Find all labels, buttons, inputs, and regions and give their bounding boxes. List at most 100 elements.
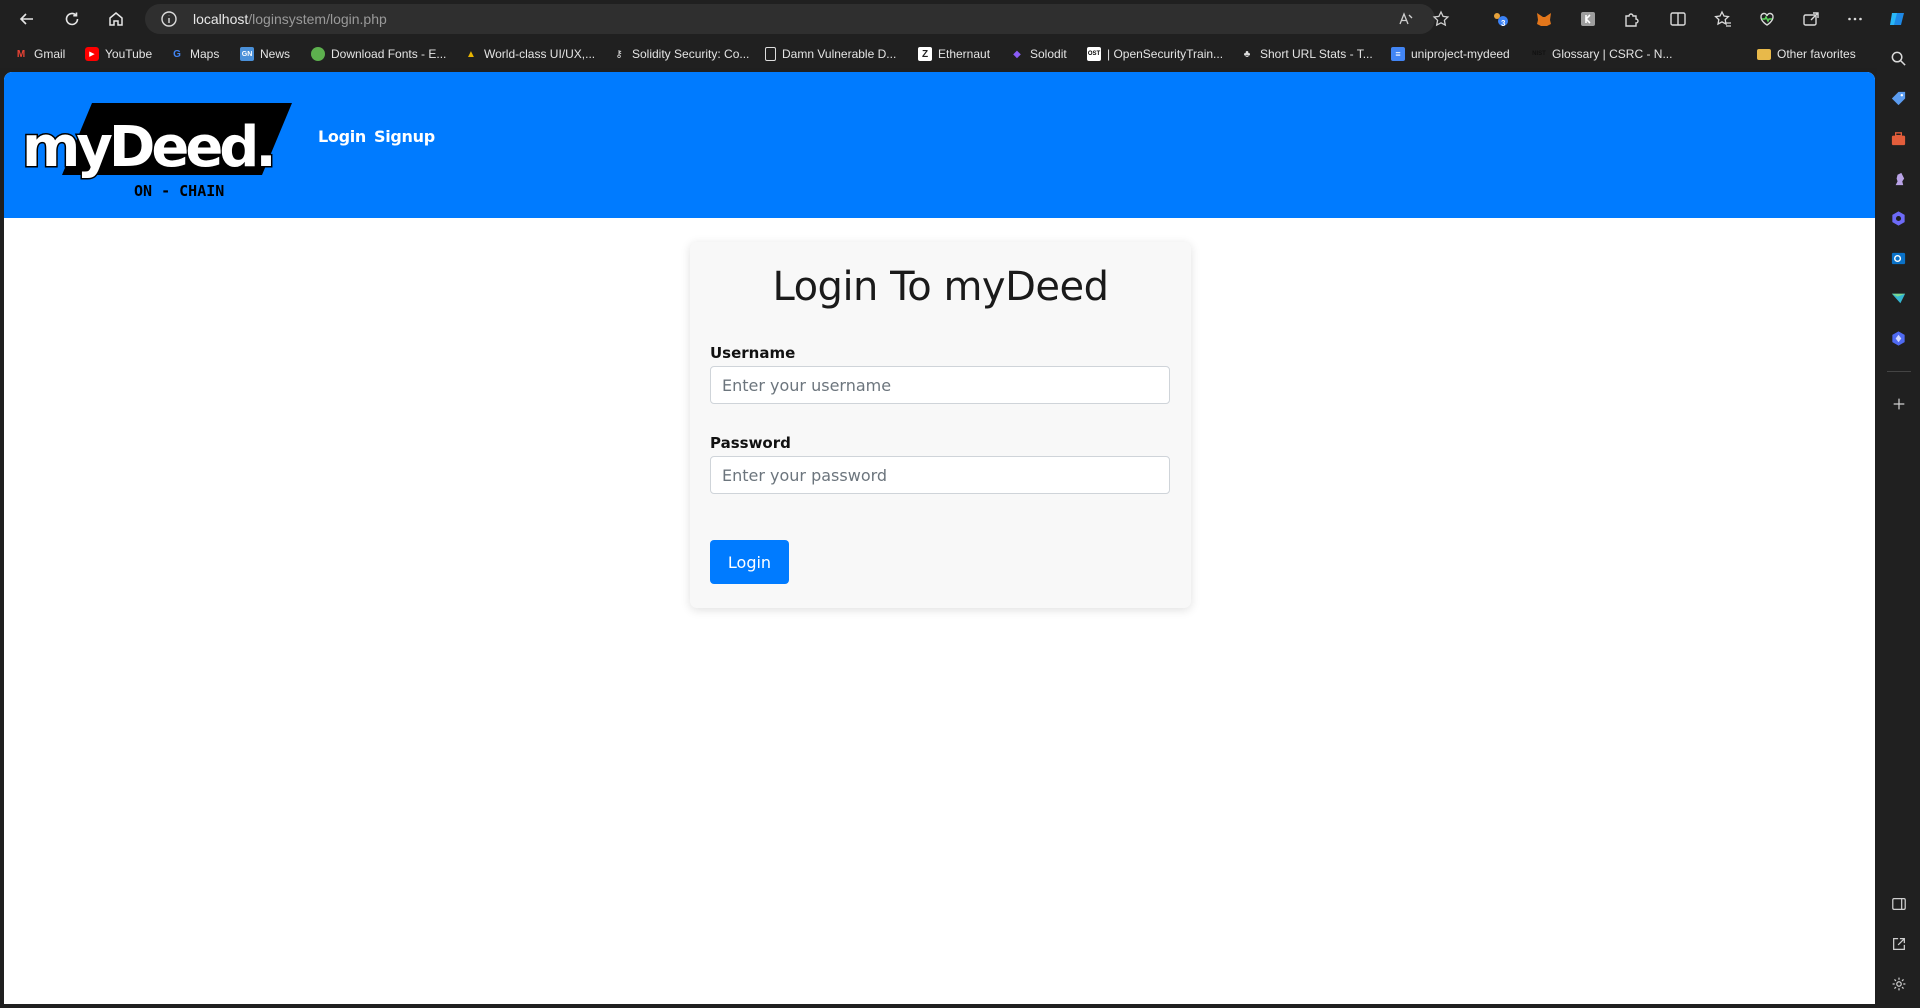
username-field[interactable]: [710, 366, 1170, 404]
bookmark-label: Maps: [190, 47, 220, 61]
split-screen-button[interactable]: [1668, 9, 1688, 29]
site-navbar: myDeed. ON - CHAIN Login Signup: [4, 72, 1875, 218]
ost-icon: OST: [1087, 47, 1101, 61]
password-label: Password: [710, 434, 791, 452]
nist-icon: NIST: [1532, 51, 1546, 57]
bookmarks-bar: M Gmail ▶ YouTube G Maps GN News Download Fo…: [0, 38, 1920, 68]
bookmark-opensecuritytraining[interactable]: OST | OpenSecurityTrain...: [1087, 45, 1223, 63]
sidebar-add-button[interactable]: [1889, 394, 1908, 413]
nav-login-link[interactable]: Login: [318, 127, 366, 146]
arrow-left-icon: [19, 13, 33, 25]
bookmark-youtube[interactable]: ▶ YouTube: [85, 45, 152, 63]
gear-icon: [1892, 977, 1905, 990]
metamask-extension[interactable]: [1534, 9, 1554, 29]
sidebar-designer-button[interactable]: [1889, 329, 1908, 348]
gmail-icon: M: [16, 48, 26, 60]
ethernaut-icon: Z: [918, 47, 932, 61]
bookmark-label: Download Fonts - E...: [331, 47, 447, 61]
reload-icon: [65, 12, 79, 26]
bookmark-label: Gmail: [34, 47, 66, 61]
bookmark-damn-vulnerable[interactable]: Damn Vulnerable D...: [765, 45, 896, 63]
read-aloud-icon[interactable]: [1397, 10, 1415, 28]
puzzle-icon: [1625, 13, 1639, 27]
url-text[interactable]: localhost/loginsystem/login.php: [193, 11, 387, 27]
heart-pulse-icon: [1760, 12, 1774, 26]
people-icon: [1494, 13, 1508, 26]
sidebar-search-button[interactable]: [1889, 49, 1908, 68]
browser-essentials-button[interactable]: [1757, 9, 1777, 29]
folder-icon: [1757, 48, 1771, 60]
sidebar-shopping-button[interactable]: [1889, 89, 1908, 108]
bookmark-label: YouTube: [105, 47, 153, 61]
sidebar-hide-button[interactable]: [1889, 894, 1908, 913]
bookmark-uniproject-mydeed[interactable]: ≡ uniproject-mydeed: [1391, 45, 1510, 63]
page-viewport: myDeed. ON - CHAIN Login Signup Login To…: [4, 72, 1875, 1004]
bookmark-label: News: [260, 47, 291, 61]
k-extension[interactable]: [1578, 9, 1598, 29]
bookmark-label: Damn Vulnerable D...: [782, 47, 897, 61]
bookmark-world-class-ui[interactable]: ▲ World-class UI/UX,...: [464, 45, 595, 63]
crown-icon: ▲: [466, 48, 476, 60]
bookmark-label: Glossary | CSRC - N...: [1552, 47, 1673, 61]
sidebar-games-button[interactable]: [1889, 169, 1908, 188]
youtube-icon: ▶: [85, 47, 99, 61]
info-icon[interactable]: [160, 10, 178, 28]
star-icon[interactable]: [1432, 10, 1450, 28]
tag-icon: [1891, 91, 1906, 106]
extension-icon-1[interactable]: 3: [1490, 9, 1510, 29]
k-icon: [1581, 12, 1595, 26]
nav-signup-link[interactable]: Signup: [374, 127, 435, 146]
designer-icon: [1892, 331, 1905, 346]
panel-icon: [1891, 897, 1906, 910]
bookmark-ethernaut[interactable]: Z Ethernaut: [918, 45, 990, 63]
username-label: Username: [710, 344, 796, 362]
password-field[interactable]: [710, 456, 1170, 494]
sidebar-copilot-button[interactable]: [1889, 209, 1908, 228]
bookmark-label: Solodit: [1030, 47, 1067, 61]
copilot-button[interactable]: [1887, 9, 1907, 29]
tree-icon: ♣: [1243, 48, 1251, 60]
send-icon: [1891, 293, 1906, 304]
login-button[interactable]: Login: [710, 540, 789, 584]
logo-text-top: myDeed.: [22, 115, 273, 180]
sidebar-divider: [1887, 371, 1911, 372]
bookmark-maps[interactable]: G Maps: [170, 45, 219, 63]
sidebar-drop-button[interactable]: [1889, 289, 1908, 308]
extensions-button[interactable]: [1621, 9, 1641, 29]
other-favorites[interactable]: Other favorites: [1757, 45, 1856, 63]
bookmark-solidity-security[interactable]: ⚷ Solidity Security: Co...: [612, 45, 749, 63]
home-button[interactable]: [101, 5, 131, 33]
sidebar-settings-button[interactable]: [1889, 974, 1908, 993]
share-button[interactable]: [1801, 9, 1821, 29]
address-bar[interactable]: localhost/loginsystem/login.php: [145, 4, 1450, 34]
browser-toolbar: localhost/loginsystem/login.php 3: [0, 0, 1920, 38]
bookmark-solodit[interactable]: ◆ Solodit: [1010, 45, 1067, 63]
bookmark-news[interactable]: GN News: [240, 45, 290, 63]
bookmark-label: uniproject-mydeed: [1411, 47, 1510, 61]
sidebar-open-external-button[interactable]: [1889, 934, 1908, 953]
url-host: localhost: [193, 11, 249, 27]
copilot-icon: [1890, 13, 1904, 25]
extension-badge: 3: [1501, 19, 1506, 28]
plus-icon: [1893, 398, 1904, 409]
bookmark-label: Solidity Security: Co...: [632, 47, 750, 61]
docs-icon: ≡: [1391, 47, 1405, 61]
favorites-button[interactable]: [1713, 9, 1733, 29]
bookmark-short-url-stats[interactable]: ♣ Short URL Stats - T...: [1240, 45, 1373, 63]
solodit-icon: ◆: [1013, 48, 1021, 60]
bookmark-download-fonts[interactable]: Download Fonts - E...: [311, 45, 446, 63]
more-menu-button[interactable]: [1845, 9, 1865, 29]
bookmark-glossary-csrc[interactable]: NIST Glossary | CSRC - N...: [1532, 45, 1672, 63]
home-icon: [109, 12, 123, 26]
bookmark-label: Short URL Stats - T...: [1260, 47, 1373, 61]
external-link-icon: [1892, 937, 1905, 950]
reload-button[interactable]: [57, 5, 87, 33]
bookmark-gmail[interactable]: M Gmail: [14, 45, 66, 63]
page-icon: [765, 47, 776, 61]
share-icon: [1803, 12, 1819, 26]
news-icon: GN: [240, 47, 254, 61]
sidebar-outlook-button[interactable]: [1889, 249, 1908, 268]
sidebar-tools-button[interactable]: [1889, 129, 1908, 148]
back-button[interactable]: [12, 5, 42, 33]
mydeed-logo[interactable]: myDeed. ON - CHAIN: [22, 100, 292, 200]
